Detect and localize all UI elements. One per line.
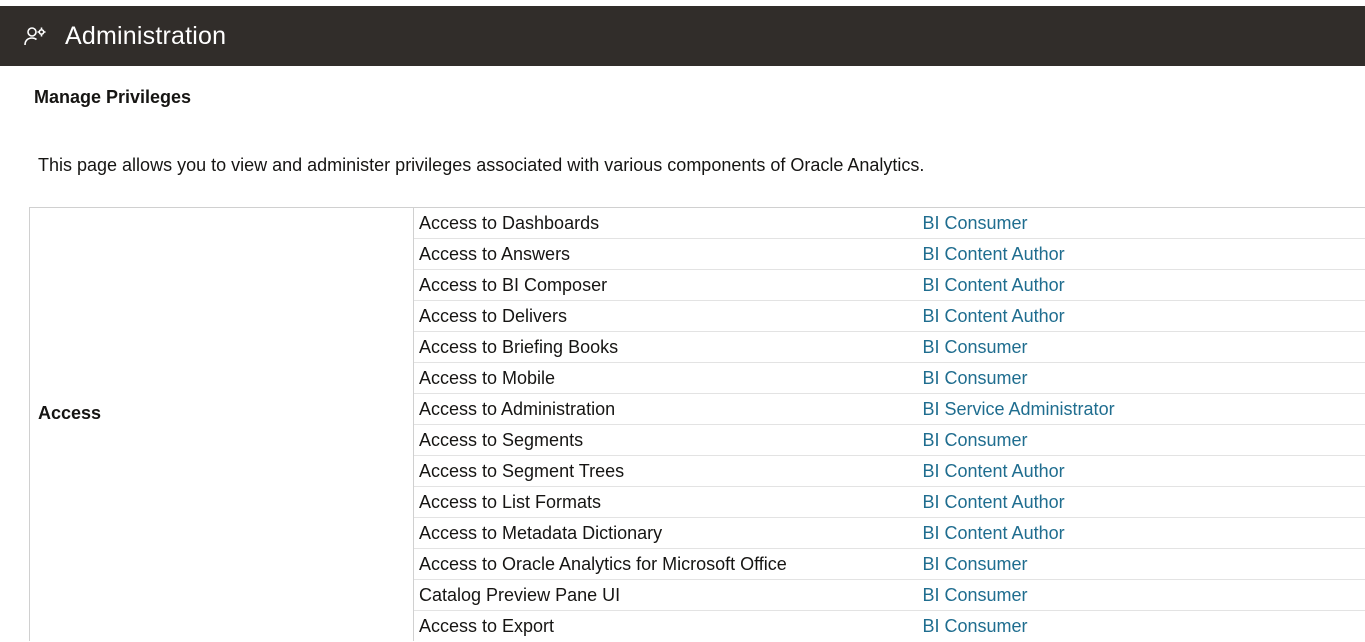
privilege-row: Access Access to Dashboards BI Consumer	[29, 207, 1365, 641]
privilege-role-cell: BI Content Author	[917, 455, 1365, 487]
privilege-group-label: Access	[29, 207, 414, 641]
users-gear-icon	[23, 24, 47, 48]
privilege-name: Access to List Formats	[413, 486, 918, 518]
app-header: Administration	[0, 6, 1365, 66]
section-title: Manage Privileges	[34, 87, 192, 107]
privileges-table-body: Access Access to Dashboards BI Consumer Acc…	[29, 207, 1365, 641]
privilege-role-link[interactable]: BI Content Author	[923, 492, 1065, 512]
privilege-role-cell: BI Consumer	[917, 610, 1365, 641]
privilege-role-cell: BI Consumer	[917, 331, 1365, 363]
header-title: Administration	[65, 22, 227, 50]
privilege-role-cell: BI Consumer	[917, 424, 1365, 456]
privilege-role-cell: BI Content Author	[917, 269, 1365, 301]
privilege-role-cell: BI Content Author	[917, 517, 1365, 549]
privilege-name: Access to Oracle Analytics for Microsoft…	[413, 548, 918, 580]
privilege-role-link[interactable]: BI Service Administrator	[923, 399, 1115, 419]
privilege-role-link[interactable]: BI Content Author	[923, 306, 1065, 326]
privilege-name: Catalog Preview Pane UI	[413, 579, 918, 611]
privilege-role-link[interactable]: BI Consumer	[923, 554, 1028, 574]
privilege-name: Access to Briefing Books	[413, 331, 918, 363]
privilege-role-cell: BI Consumer	[917, 362, 1365, 394]
privilege-role-link[interactable]: BI Content Author	[923, 523, 1065, 543]
privilege-role-link[interactable]: BI Consumer	[923, 213, 1028, 233]
privileges-table: Access Access to Dashboards BI Consumer Acc…	[29, 207, 1365, 641]
privilege-role-cell: BI Content Author	[917, 238, 1365, 270]
privilege-role-cell: BI Consumer	[917, 548, 1365, 580]
privilege-role-link[interactable]: BI Consumer	[923, 616, 1028, 636]
privilege-name: Access to Metadata Dictionary	[413, 517, 918, 549]
privilege-name: Access to Delivers	[413, 300, 918, 332]
privilege-role-link[interactable]: BI Consumer	[923, 368, 1028, 388]
privilege-role-link[interactable]: BI Content Author	[923, 244, 1065, 264]
privilege-name: Access to Mobile	[413, 362, 918, 394]
privilege-role-cell: BI Service Administrator	[917, 393, 1365, 425]
privilege-role-link[interactable]: BI Consumer	[923, 430, 1028, 450]
privilege-role-cell: BI Content Author	[917, 486, 1365, 518]
privilege-role-link[interactable]: BI Consumer	[923, 337, 1028, 357]
privilege-role-cell: BI Consumer	[917, 207, 1365, 239]
privilege-name: Access to Administration	[413, 393, 918, 425]
privilege-name: Access to BI Composer	[413, 269, 918, 301]
privilege-role-link[interactable]: BI Consumer	[923, 585, 1028, 605]
privilege-name: Access to Dashboards	[413, 207, 918, 239]
privilege-role-link[interactable]: BI Content Author	[923, 275, 1065, 295]
privilege-name: Access to Segment Trees	[413, 455, 918, 487]
privilege-name: Access to Segments	[413, 424, 918, 456]
privilege-name: Access to Answers	[413, 238, 918, 270]
page-description: This page allows you to view and adminis…	[38, 155, 925, 175]
privilege-role-cell: BI Content Author	[917, 300, 1365, 332]
privilege-name: Access to Export	[413, 610, 918, 641]
privilege-role-cell: BI Consumer	[917, 579, 1365, 611]
privilege-role-link[interactable]: BI Content Author	[923, 461, 1065, 481]
